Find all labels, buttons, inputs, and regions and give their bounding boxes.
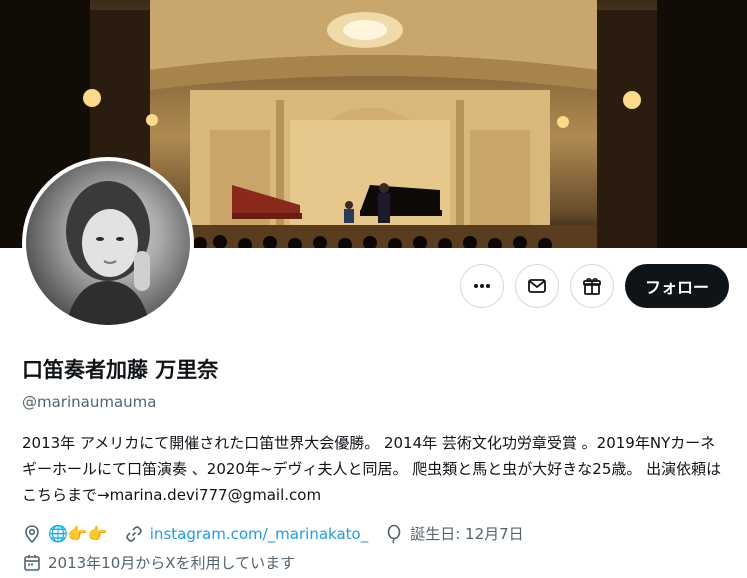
profile-bio: 2013年 アメリカにて開催された口笛世界大会優勝。 2014年 芸術文化功労章…	[22, 434, 722, 504]
follow-button[interactable]: フォロー	[624, 264, 729, 308]
more-icon	[473, 284, 490, 288]
location-text: 🌐👉👉	[48, 524, 108, 543]
gift-icon	[583, 277, 601, 295]
location-item: 🌐👉👉	[22, 524, 108, 544]
profile-actions: フォロー	[459, 264, 729, 308]
more-button[interactable]	[459, 264, 504, 308]
website-item[interactable]: instagram.com/_marinakato_	[124, 524, 368, 544]
joined-text: 2013年10月からXを利用しています	[48, 554, 296, 572]
birthday-text: 誕生日: 12月7日	[410, 525, 524, 543]
user-handle: @marinaumauma	[22, 393, 157, 411]
link-icon	[125, 525, 142, 542]
joined-row: 2013年10月からXを利用しています	[22, 552, 295, 573]
message-button[interactable]	[514, 264, 559, 308]
avatar-image	[26, 161, 190, 325]
location-pin-icon	[25, 524, 39, 543]
mail-icon	[528, 279, 546, 293]
calendar-icon	[24, 554, 40, 571]
balloon-icon	[387, 524, 401, 544]
website-link[interactable]: instagram.com/_marinakato_	[150, 525, 368, 543]
profile-meta-row: 🌐👉👉 instagram.com/_marinakato_ 誕生日: 12月7…	[22, 523, 534, 544]
display-name: 口笛奏者加藤 万里奈	[22, 358, 219, 382]
gift-button[interactable]	[569, 264, 614, 308]
profile-avatar[interactable]	[22, 157, 194, 329]
birthday-item: 誕生日: 12月7日	[384, 523, 524, 544]
